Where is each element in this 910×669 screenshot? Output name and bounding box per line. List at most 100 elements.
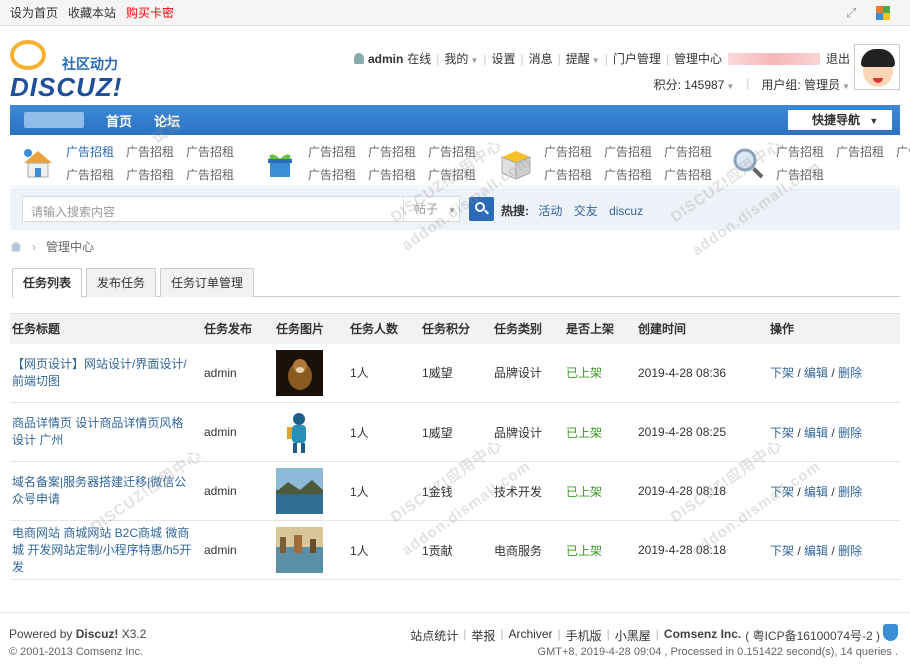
my-menu[interactable]: 我的 ▼ [444, 50, 478, 67]
delete-link[interactable]: 删除 [838, 485, 862, 499]
logout-link[interactable]: 退出 [826, 50, 850, 67]
footer-link-mobile[interactable]: 手机版 [566, 627, 602, 644]
online-status[interactable]: 在线 [407, 50, 431, 67]
credits-menu[interactable]: 积分: 145987 ▼ [654, 76, 735, 93]
copyright: © 2001-2013 Comsenz Inc. [9, 646, 144, 658]
ad-link[interactable]: 广告招租 [186, 166, 246, 183]
ad-link[interactable]: 广告招租 [896, 143, 910, 160]
ad-link[interactable]: 广告招租 [604, 166, 664, 183]
ad-link[interactable]: 广告招租 [836, 143, 896, 160]
settings-link[interactable]: 设置 [491, 50, 515, 67]
tab-order-manage[interactable]: 任务订单管理 [160, 268, 255, 297]
footer-link-stats[interactable]: 站点统计 [410, 627, 458, 644]
ad-link[interactable]: 广告招租 [776, 143, 836, 160]
unlist-link[interactable]: 下架 [770, 544, 794, 558]
ad-link[interactable]: 广告招租 [368, 166, 428, 183]
footer-link-report[interactable]: 举报 [471, 627, 495, 644]
delete-link[interactable]: 删除 [838, 544, 862, 558]
set-home-link[interactable]: 设为首页 [10, 4, 58, 21]
ad-link[interactable]: 广告招租 [664, 143, 724, 160]
hot-word[interactable]: 活动 [538, 204, 562, 218]
task-title-link[interactable]: 商品详情页 设计商品详情页风格设计 广州 [10, 402, 202, 462]
edit-link[interactable]: 编辑 [804, 426, 828, 440]
ad-link[interactable]: 广告招租 [604, 143, 664, 160]
task-title-link[interactable]: 【网页设计】网站设计/界面设计/前端切图 [10, 343, 202, 403]
nav-item-forum[interactable]: 论坛 [154, 111, 180, 130]
status-badge: 已上架 [564, 343, 636, 403]
user-stats: 积分: 145987 ▼ | 用户组: 管理员 ▼ [653, 76, 850, 93]
ad-link[interactable]: 广告招租 [428, 166, 488, 183]
bookmark-link[interactable]: 收藏本站 [68, 4, 116, 21]
search-scope-select[interactable]: 帖子 ▼ [403, 197, 459, 221]
plant-icon [268, 154, 292, 177]
portal-admin-link[interactable]: 门户管理 [613, 50, 661, 67]
ad-link[interactable]: 广告招租 [544, 166, 604, 183]
apps-icon[interactable] [876, 5, 890, 20]
search-bar: 请输入搜索内容 帖子 ▼ 热搜: 活动 交友 discuz [10, 188, 900, 230]
col-header-publisher: 任务发布 [202, 313, 274, 344]
task-image[interactable] [276, 349, 323, 396]
ad-link[interactable]: 广告招租 [544, 143, 604, 160]
admin-center-link[interactable]: 管理中心 [674, 50, 722, 67]
ad-link[interactable]: 广告招租 [308, 166, 368, 183]
usergroup-menu[interactable]: 用户组: 管理员 ▼ [761, 76, 850, 93]
task-title-link[interactable]: 电商网站 商城网站 B2C商城 微商城 开发网站定制/小程序特惠/h5开发 [10, 520, 202, 580]
fullscreen-icon[interactable]: ⤢ [846, 5, 860, 20]
task-title-link[interactable]: 域名备案|服务器搭建迁移|微信公众号申请 [10, 461, 202, 521]
username-link[interactable]: admin [368, 52, 403, 66]
ad-link[interactable]: 广告招租 [428, 143, 488, 160]
ad-link[interactable]: 广告招租 [664, 166, 724, 183]
ad-link[interactable]: 广告招租 [126, 166, 186, 183]
edit-link[interactable]: 编辑 [804, 544, 828, 558]
shield-icon[interactable] [883, 624, 898, 641]
delete-link[interactable]: 删除 [838, 366, 862, 380]
task-image[interactable] [276, 527, 323, 573]
search-button[interactable] [469, 197, 494, 221]
edit-link[interactable]: 编辑 [804, 485, 828, 499]
tab-task-list[interactable]: 任务列表 [12, 268, 83, 298]
task-category: 品牌设计 [492, 402, 564, 462]
task-image[interactable] [276, 468, 323, 514]
hot-word[interactable]: 交友 [574, 204, 598, 218]
breadcrumb-current[interactable]: 管理中心 [46, 238, 94, 255]
task-image[interactable] [276, 409, 323, 455]
discuz-link[interactable]: Discuz! [76, 627, 119, 641]
delete-link[interactable]: 删除 [838, 426, 862, 440]
unlist-link[interactable]: 下架 [770, 485, 794, 499]
col-header-credit: 任务积分 [420, 313, 492, 344]
nav-item-home[interactable]: 首页 [106, 111, 132, 130]
ad-link[interactable]: 广告招租 [776, 166, 836, 183]
company-link[interactable]: Comsenz Inc. [664, 627, 741, 644]
hot-word[interactable]: discuz [609, 204, 643, 218]
unlist-link[interactable]: 下架 [770, 426, 794, 440]
table-row: 电商网站 商城网站 B2C商城 微商城 开发网站定制/小程序特惠/h5开发 ad… [10, 520, 900, 580]
search-input[interactable]: 请输入搜索内容 帖子 ▼ [22, 196, 460, 222]
ad-link[interactable]: 广告招租 [368, 143, 428, 160]
task-people: 1人 [348, 520, 420, 580]
site-logo[interactable]: 社区动力 DISCUZ! [10, 40, 140, 102]
avatar[interactable] [854, 44, 900, 90]
quick-nav-button[interactable]: 快捷导航 ▼ [788, 110, 892, 130]
icp-link[interactable]: ( 粤ICP备16100074号-2 ) [745, 627, 880, 644]
messages-link[interactable]: 消息 [529, 50, 553, 67]
ad-links: 广告招租 广告招租 广告招租 广告招租 [776, 143, 910, 183]
chevron-right-icon: › [32, 239, 36, 254]
ad-link[interactable]: 广告招租 [66, 143, 126, 160]
task-ops: 下架 / 编辑 / 删除 [768, 520, 900, 580]
footer-link-blackroom[interactable]: 小黑屋 [615, 627, 651, 644]
col-header-ops: 操作 [768, 313, 900, 344]
footer-link-archiver[interactable]: Archiver [508, 627, 552, 644]
remind-menu[interactable]: 提醒 ▼ [566, 50, 600, 67]
ad-link[interactable]: 广告招租 [66, 166, 126, 183]
ad-links: 广告招租 广告招租 广告招租 广告招租 广告招租 广告招租 [544, 143, 724, 183]
unlist-link[interactable]: 下架 [770, 366, 794, 380]
breadcrumb: › 管理中心 [10, 238, 94, 255]
ad-link[interactable]: 广告招租 [126, 143, 186, 160]
home-icon[interactable] [10, 241, 22, 252]
edit-link[interactable]: 编辑 [804, 366, 828, 380]
buy-card-link[interactable]: 购买卡密 [126, 4, 174, 21]
ad-link[interactable]: 广告招租 [186, 143, 246, 160]
tab-publish-task[interactable]: 发布任务 [86, 268, 157, 297]
ad-link[interactable]: 广告招租 [308, 143, 368, 160]
task-image-cell [274, 343, 348, 403]
